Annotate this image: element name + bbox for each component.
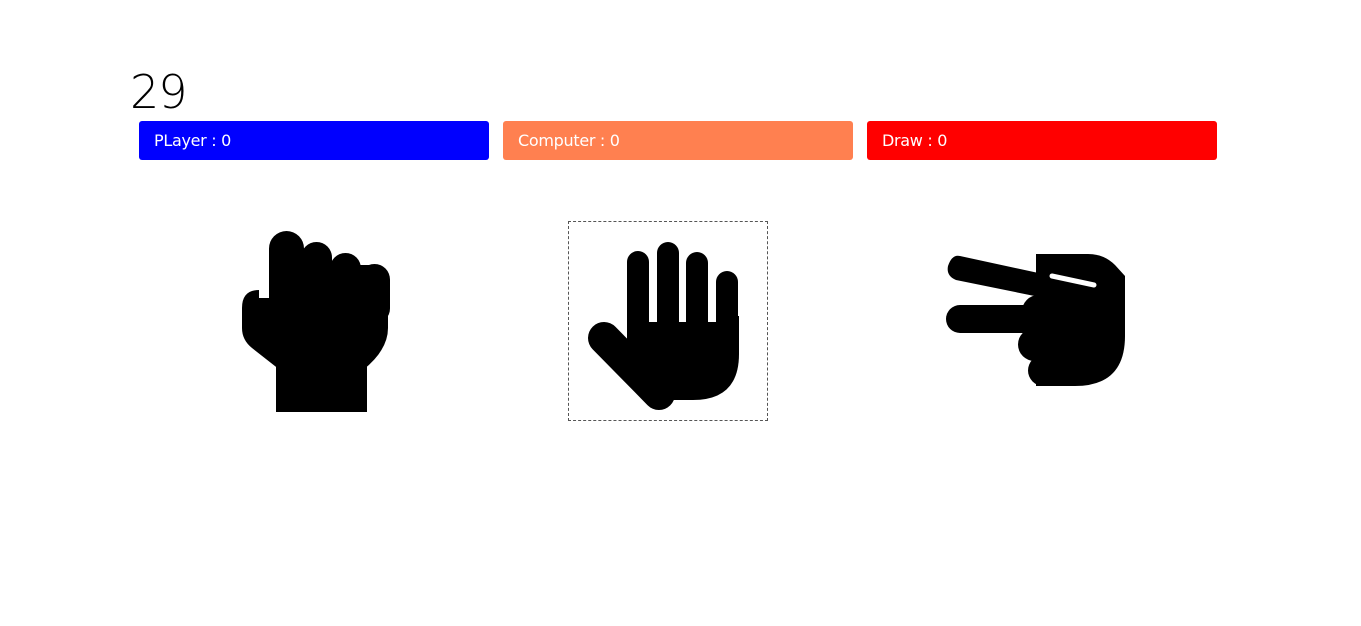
computer-score-badge: Computer : 0 bbox=[503, 121, 853, 160]
rock-button[interactable] bbox=[238, 228, 393, 414]
player-score-label: PLayer : 0 bbox=[154, 131, 232, 150]
open-hand-icon bbox=[588, 242, 739, 410]
computer-score-label: Computer : 0 bbox=[518, 131, 620, 150]
paper-button[interactable] bbox=[568, 221, 768, 421]
draw-score-label: Draw : 0 bbox=[882, 131, 948, 150]
scissors-button[interactable] bbox=[944, 250, 1128, 390]
victory-hand-icon bbox=[946, 254, 1125, 386]
player-score-badge: PLayer : 0 bbox=[139, 121, 489, 160]
draw-score-badge: Draw : 0 bbox=[867, 121, 1217, 160]
countdown-timer: 29 bbox=[130, 65, 188, 119]
fist-icon bbox=[242, 231, 390, 412]
